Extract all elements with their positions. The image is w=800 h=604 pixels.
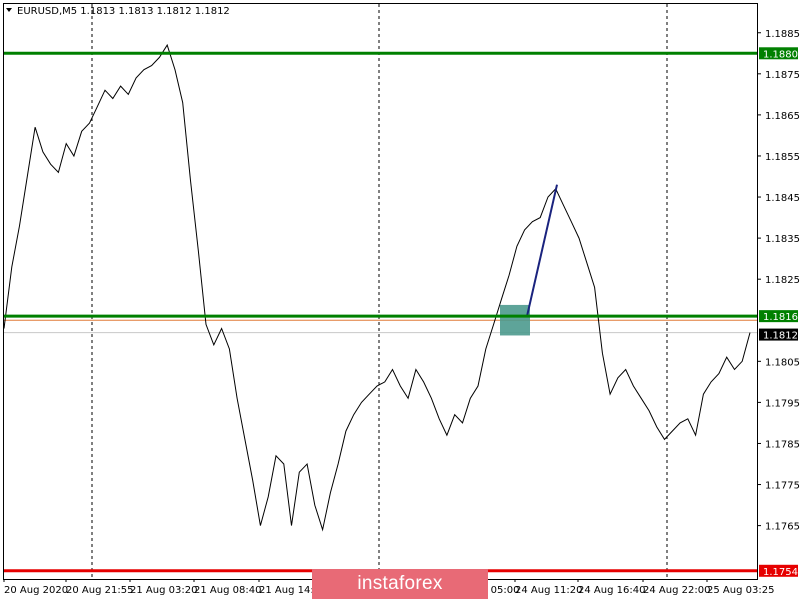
price-series-line [3,43,751,532]
grid-layer [91,4,668,579]
price-chart: 1.18801.18161.17541.1812 1.18851.18751.1… [3,3,800,596]
watermark-banner: instaforex [312,569,488,599]
level-badge-label-0: 1.1880 [763,49,798,60]
level-layer: 1.1880 1.1816 1.1754 1.1812 [4,47,798,578]
level-badge-label-1: 1.1816 [763,312,798,323]
x-tick-label-6: 24 Aug 11:20 [515,585,582,596]
collapse-triangle-icon[interactable] [6,8,12,12]
watermark-text: instaforex [357,573,443,594]
y-tick-label-10: 1.1775 [765,481,800,492]
chart-title: EURUSD,M5 1.1813 1.1813 1.1812 1.1812 [17,6,230,17]
trend-line [526,184,558,317]
x-tick-label-2: 21 Aug 03:20 [130,585,197,596]
y-tick-label-6: 1.1825 [765,275,800,286]
y-tick-label-9: 1.1785 [765,439,800,450]
y-tick-label-7: 1.1805 [765,357,800,368]
x-tick-label-3: 21 Aug 08:40 [194,585,261,596]
y-tick-label-5: 1.1835 [765,234,800,245]
current-price-label: 1.1812 [763,331,798,342]
x-tick-label-0: 20 Aug 2020 [4,585,68,596]
chart-header: EURUSD,M5 1.1813 1.1813 1.1812 1.1812 [6,6,230,17]
y-tick-label-0: 1.1885 [765,29,800,40]
chart-area: 1.1880 1.1816 1.1754 1.1812 1.1885 1.1875 1.1… [0,0,800,600]
level-badge-label-2: 1.1754 [763,567,798,578]
x-tick-label-1: 20 Aug 21:55 [66,585,133,596]
x-tick-label-8: 24 Aug 22:00 [643,585,710,596]
y-tick-label-11: 1.1765 [765,522,800,533]
plot-border [3,3,758,580]
entry-zone [500,304,530,336]
y-tick-label-2: 1.1865 [765,111,800,122]
y-tick-label-3: 1.1855 [765,152,800,163]
x-tick-label-9: 25 Aug 03:25 [707,585,774,596]
y-tick-label-4: 1.1845 [765,193,800,204]
y-tick-label-8: 1.1795 [765,398,800,409]
y-tick-label-1: 1.1875 [765,70,800,81]
series-layer [3,43,751,532]
reference-layer [4,319,757,334]
y-axis: 1.1885 1.1875 1.1865 1.1855 1.1845 1.1835 1.18… [757,29,800,533]
x-tick-label-7: 24 Aug 16:40 [578,585,645,596]
